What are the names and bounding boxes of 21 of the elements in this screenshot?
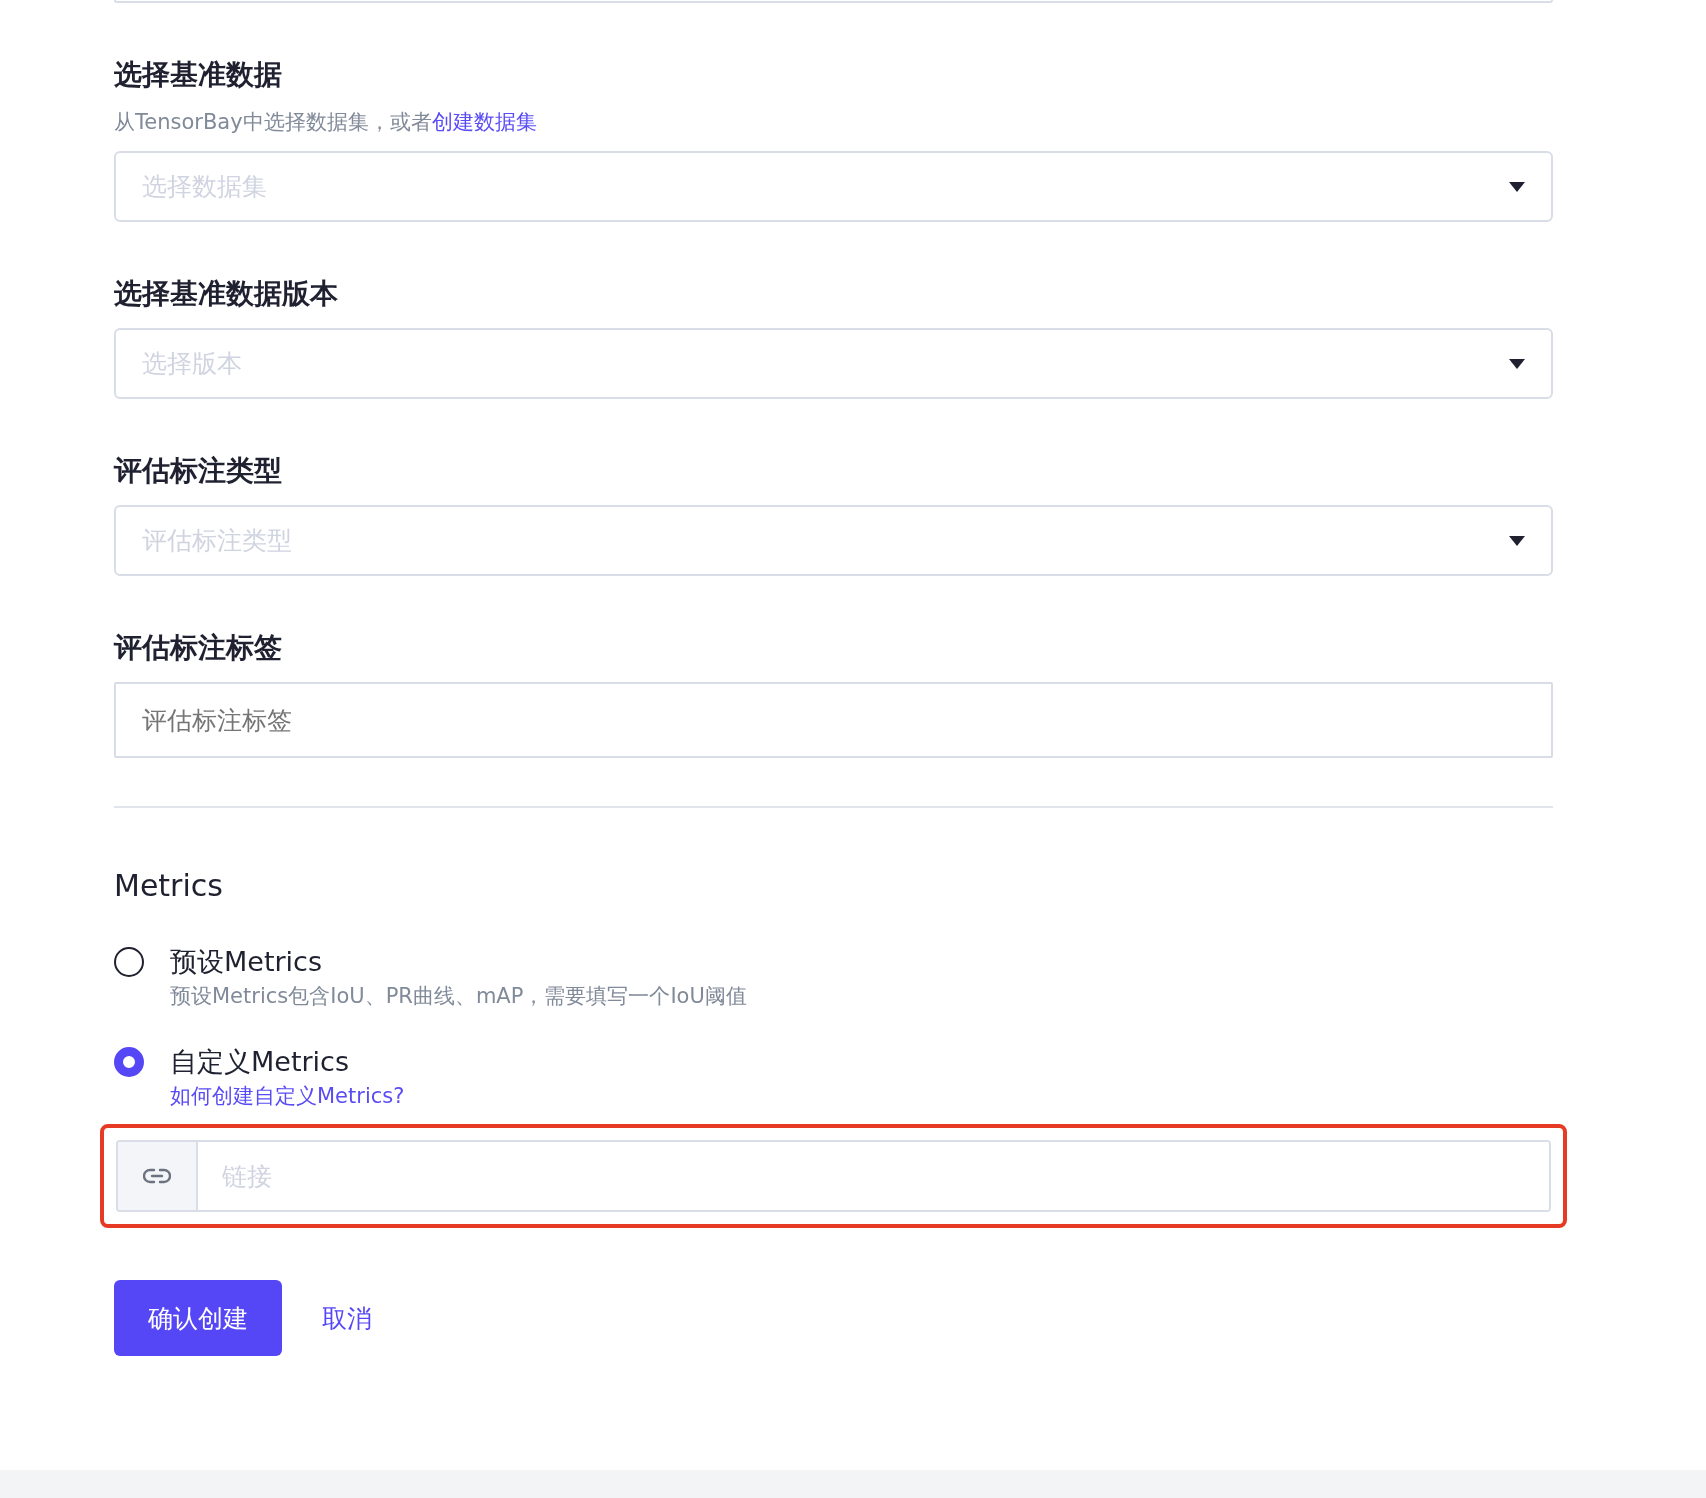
caret-icon [1509,535,1525,546]
field-label: 评估标注类型 [114,453,283,489]
radio-button[interactable] [114,1047,144,1077]
caret-icon [1509,358,1525,369]
input-field[interactable] [114,0,1553,3]
field-label: 选择基准数据 [114,57,283,93]
confirm-button[interactable]: 确认创建 [114,1280,282,1356]
help-link[interactable]: 如何创建自定义Metrics? [170,1080,405,1112]
input-field[interactable]: 评估标注标签 [114,682,1553,758]
radio-label: 预设Metrics [170,945,322,979]
hint-text: 从TensorBay中选择数据集，或者创建数据集 [114,109,538,136]
create-dataset-link[interactable]: 创建数据集 [431,110,537,134]
field-label: 评估标注标签 [114,630,283,666]
radio-button[interactable] [114,947,144,977]
caret-icon [1509,181,1525,192]
field-label: 选择基准数据版本 [114,276,339,312]
radio-label: 自定义Metrics [170,1045,349,1079]
section-title: Metrics [114,867,224,905]
option-description: 预设Metrics包含IoU、PR曲线、mAP，需要填写一个IoU阈值 [170,983,747,1010]
cancel-link[interactable]: 取消 [322,1301,372,1335]
link-icon [143,1167,171,1185]
